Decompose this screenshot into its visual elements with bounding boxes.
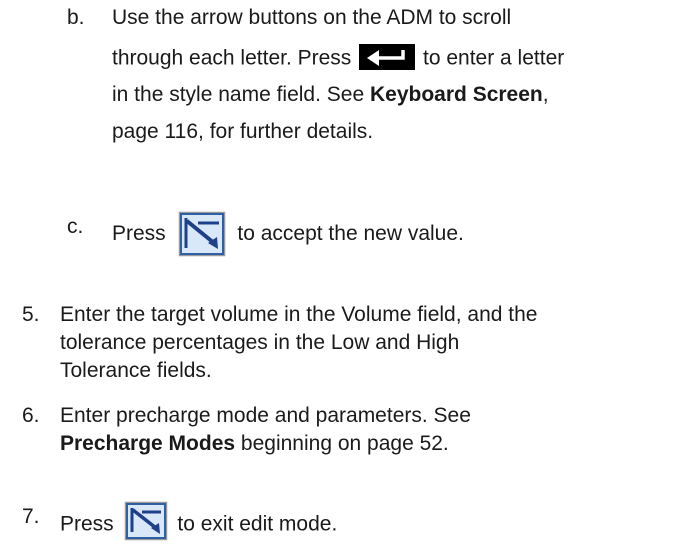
step-b-line-1: Use the arrow buttons on the ADM to scro… [112,6,512,29]
step-c-marker: c. [67,215,84,238]
step-c-line: Press to accept the new value. [112,211,464,261]
step-7-marker: 7. [22,505,40,528]
enter-key-icon [359,44,416,70]
step-b-marker: b. [67,6,85,29]
step-5-line-2: tolerance percentages in the Low and Hig… [60,331,460,354]
precharge-modes-reference[interactable]: Precharge Modes [60,432,235,455]
exit-edit-icon [124,501,168,541]
step-6-line-2: Precharge Modes beginning on page 52. [60,432,449,455]
manual-page: { "steps": { "b": { "marker": "b.", "lin… [0,0,683,558]
step-b-line-2: through each letter. Press to enter a le… [112,44,564,72]
step-5-marker: 5. [22,303,40,326]
step-5-line-1: Enter the target volume in the Volume fi… [60,303,538,326]
step-7-line: Press to exit edit mode. [60,501,337,545]
accept-edit-icon [178,211,226,257]
step-5-line-3: Tolerance fields. [60,359,212,382]
keyboard-screen-reference[interactable]: Keyboard Screen [370,83,543,106]
step-6-line-1: Enter precharge mode and parameters. See [60,404,471,427]
step-6-marker: 6. [22,404,40,427]
step-b-line-4: page 116, for further details. [112,120,374,143]
step-b-line-3: in the style name field. See Keyboard Sc… [112,83,549,106]
